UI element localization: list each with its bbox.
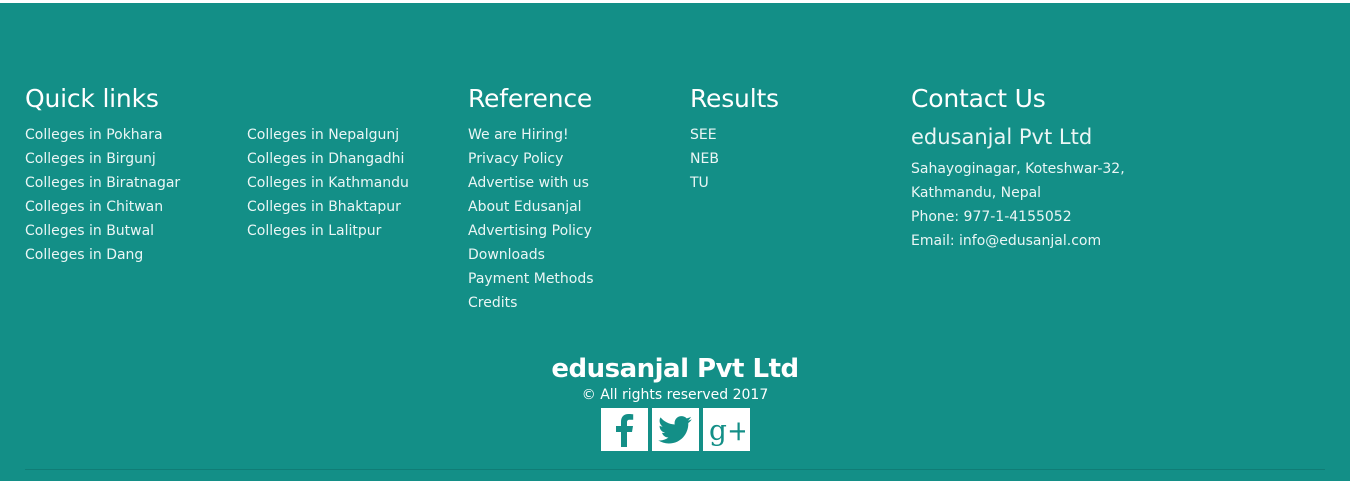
quick-link[interactable]: Colleges in Nepalgunj — [247, 123, 409, 147]
quick-link[interactable]: Colleges in Kathmandu — [247, 171, 409, 195]
quick-links-heading: Quick links — [25, 84, 159, 113]
contact-address-line1: Sahayoginagar, Koteshwar-32, — [911, 161, 1125, 177]
quick-link[interactable]: Colleges in Dang — [25, 243, 180, 267]
contact-address-line2: Kathmandu, Nepal — [911, 185, 1042, 201]
reference-link-payment[interactable]: Payment Methods — [468, 267, 668, 291]
quick-link[interactable]: Colleges in Birgunj — [25, 147, 180, 171]
reference-link-about[interactable]: About Edusanjal — [468, 195, 668, 219]
reference-list: We are Hiring! Privacy Policy Advertise … — [468, 123, 668, 315]
contact-section: Contact Us edusanjal Pvt Ltd Sahayoginag… — [911, 83, 1211, 253]
quick-link[interactable]: Colleges in Dhangadhi — [247, 147, 409, 171]
results-section: Results SEE NEB TU — [690, 83, 890, 195]
contact-company-name: edusanjal Pvt Ltd — [911, 125, 1093, 149]
quick-link[interactable]: Colleges in Chitwan — [25, 195, 180, 219]
twitter-icon — [658, 415, 692, 443]
reference-section: Reference We are Hiring! Privacy Policy … — [468, 83, 668, 315]
footer-divider — [25, 469, 1325, 470]
google-plus-icon: g+ — [709, 414, 745, 447]
site-footer: Quick links Colleges in Pokhara Colleges… — [0, 3, 1350, 481]
quick-links-section: Quick links Colleges in Pokhara Colleges… — [25, 83, 445, 263]
results-link-see[interactable]: SEE — [690, 123, 890, 147]
quick-links-list-a: Colleges in Pokhara Colleges in Birgunj … — [25, 123, 180, 267]
reference-heading: Reference — [468, 84, 593, 113]
quick-link[interactable]: Colleges in Butwal — [25, 219, 180, 243]
reference-link-privacy[interactable]: Privacy Policy — [468, 147, 668, 171]
contact-phone: Phone: 977-1-4155052 — [911, 209, 1072, 225]
footer-bottom: edusanjal Pvt Ltd © All rights reserved … — [0, 353, 1350, 451]
results-link-tu[interactable]: TU — [690, 171, 890, 195]
copyright-text: © All rights reserved 2017 — [581, 387, 769, 403]
quick-links-list-b: Colleges in Nepalgunj Colleges in Dhanga… — [247, 123, 409, 243]
contact-email: Email: info@edusanjal.com — [911, 233, 1102, 249]
quick-link[interactable]: Colleges in Bhaktapur — [247, 195, 409, 219]
quick-link[interactable]: Colleges in Lalitpur — [247, 219, 409, 243]
facebook-button[interactable] — [600, 408, 648, 451]
reference-link-hiring[interactable]: We are Hiring! — [468, 123, 668, 147]
results-heading: Results — [690, 84, 779, 113]
reference-link-credits[interactable]: Credits — [468, 291, 668, 315]
reference-link-ad-policy[interactable]: Advertising Policy — [468, 219, 668, 243]
results-list: SEE NEB TU — [690, 123, 890, 195]
contact-heading: Contact Us — [911, 84, 1046, 113]
footer-brand: edusanjal Pvt Ltd — [551, 354, 799, 384]
social-links: g+ — [0, 408, 1350, 451]
facebook-icon — [616, 413, 634, 447]
google-plus-glyph: g+ — [709, 414, 745, 447]
reference-link-downloads[interactable]: Downloads — [468, 243, 668, 267]
quick-link[interactable]: Colleges in Pokhara — [25, 123, 180, 147]
reference-link-advertise[interactable]: Advertise with us — [468, 171, 668, 195]
google-plus-button[interactable]: g+ — [702, 408, 750, 451]
twitter-button[interactable] — [651, 408, 699, 451]
results-link-neb[interactable]: NEB — [690, 147, 890, 171]
quick-link[interactable]: Colleges in Biratnagar — [25, 171, 180, 195]
